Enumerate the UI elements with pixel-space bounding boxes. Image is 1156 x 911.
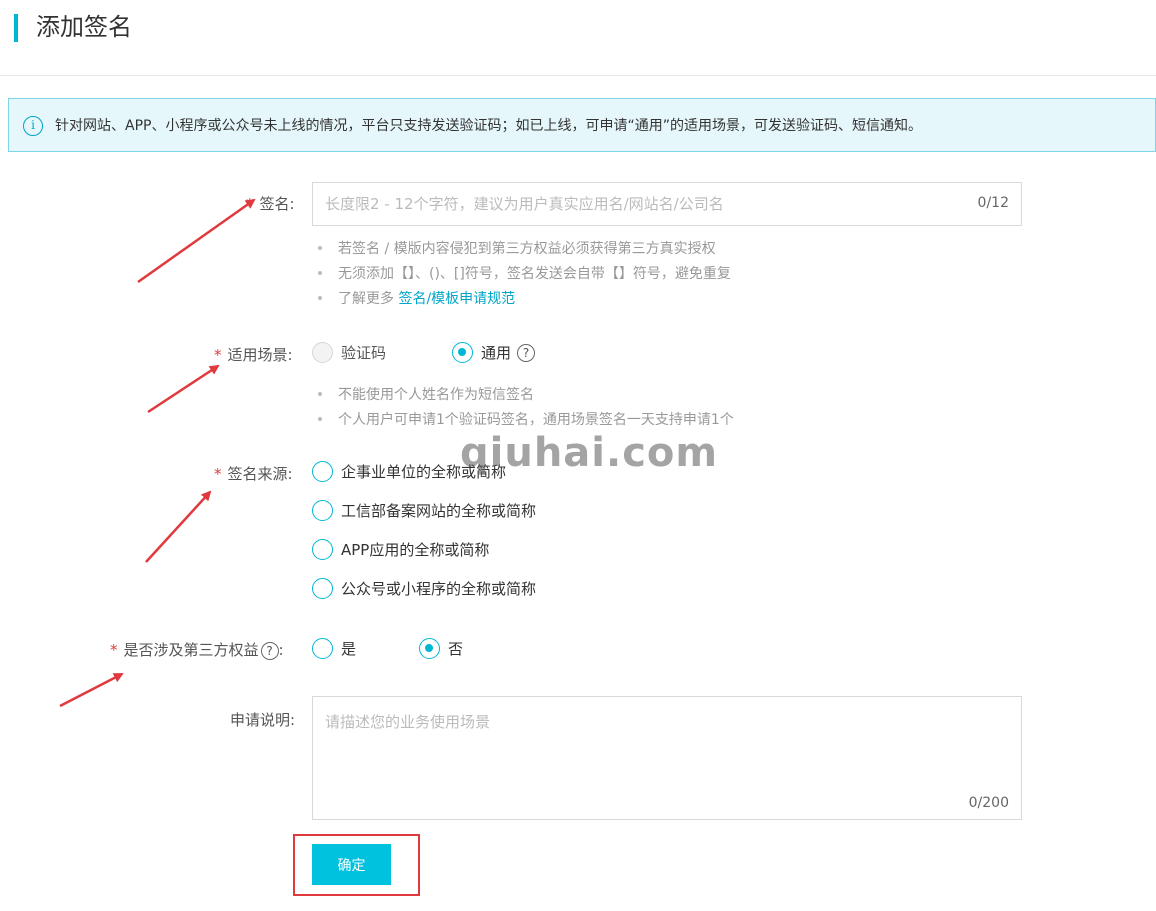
- list-item: 不能使用个人姓名作为短信签名: [318, 383, 734, 408]
- required-mark: *: [246, 195, 254, 213]
- description-field: 0/200: [312, 696, 1022, 820]
- radio-icon: [312, 342, 333, 363]
- radio-icon: [312, 461, 333, 482]
- submit-button[interactable]: 确定: [312, 844, 391, 885]
- source-option-app[interactable]: APP应用的全称或简称: [312, 539, 489, 560]
- spec-link[interactable]: 签名/模板申请规范: [398, 291, 515, 307]
- source-option-mp[interactable]: 公众号或小程序的全称或简称: [312, 578, 536, 599]
- radio-icon: [312, 500, 333, 521]
- header-accent-bar: [14, 14, 18, 42]
- notice-banner: i 针对网站、APP、小程序或公众号未上线的情况，平台只支持发送验证码；如已上线…: [8, 98, 1156, 152]
- arrow-source: [145, 490, 212, 563]
- list-item: 了解更多 签名/模板申请规范: [318, 287, 731, 312]
- description-counter: 0/200: [968, 795, 1009, 811]
- arrow-third-party: [59, 672, 124, 708]
- signature-field: 0/12: [312, 182, 1022, 226]
- signature-counter: 0/12: [977, 195, 1009, 211]
- signature-input[interactable]: [313, 183, 953, 225]
- third-party-option-no[interactable]: 否: [419, 638, 463, 659]
- radio-checked-icon: [419, 638, 440, 659]
- notice-text: 针对网站、APP、小程序或公众号未上线的情况，平台只支持发送验证码；如已上线，可…: [55, 118, 922, 134]
- question-icon[interactable]: ?: [260, 642, 279, 660]
- signature-hints: 若签名 / 模版内容侵犯到第三方权益必须获得第三方真实授权 无须添加【】、()、…: [318, 237, 731, 312]
- description-textarea[interactable]: [313, 697, 1021, 793]
- radio-icon: [312, 578, 333, 599]
- info-icon: i: [23, 116, 43, 136]
- list-item: 无须添加【】、()、[]符号，签名发送会自带【】符号，避免重复: [318, 262, 731, 287]
- third-party-label: * 是否涉及第三方权益?:: [110, 641, 284, 660]
- page-title: 添加签名: [36, 13, 132, 41]
- arrow-scene: [147, 364, 220, 414]
- page-header: 添加签名: [0, 0, 1156, 76]
- scene-option-verify[interactable]: 验证码: [312, 342, 386, 363]
- radio-icon: [312, 539, 333, 560]
- source-label: * 签名来源:: [214, 465, 293, 483]
- arrow-signature: [137, 198, 256, 284]
- scene-hints: 不能使用个人姓名作为短信签名 个人用户可申请1个验证码签名，通用场景签名一天支持…: [318, 383, 734, 433]
- scene-label: * 适用场景:: [214, 346, 293, 364]
- radio-icon: [312, 638, 333, 659]
- list-item: 若签名 / 模版内容侵犯到第三方权益必须获得第三方真实授权: [318, 237, 731, 262]
- third-party-option-yes[interactable]: 是: [312, 638, 356, 659]
- radio-checked-icon: [452, 342, 473, 363]
- description-label: 申请说明:: [230, 711, 296, 729]
- signature-label: * 签名:: [246, 195, 295, 213]
- source-option-website[interactable]: 工信部备案网站的全称或简称: [312, 500, 536, 521]
- question-icon[interactable]: ?: [517, 343, 536, 362]
- scene-option-general[interactable]: 通用 ?: [452, 342, 536, 363]
- watermark-text: qiuhai.com: [460, 430, 719, 476]
